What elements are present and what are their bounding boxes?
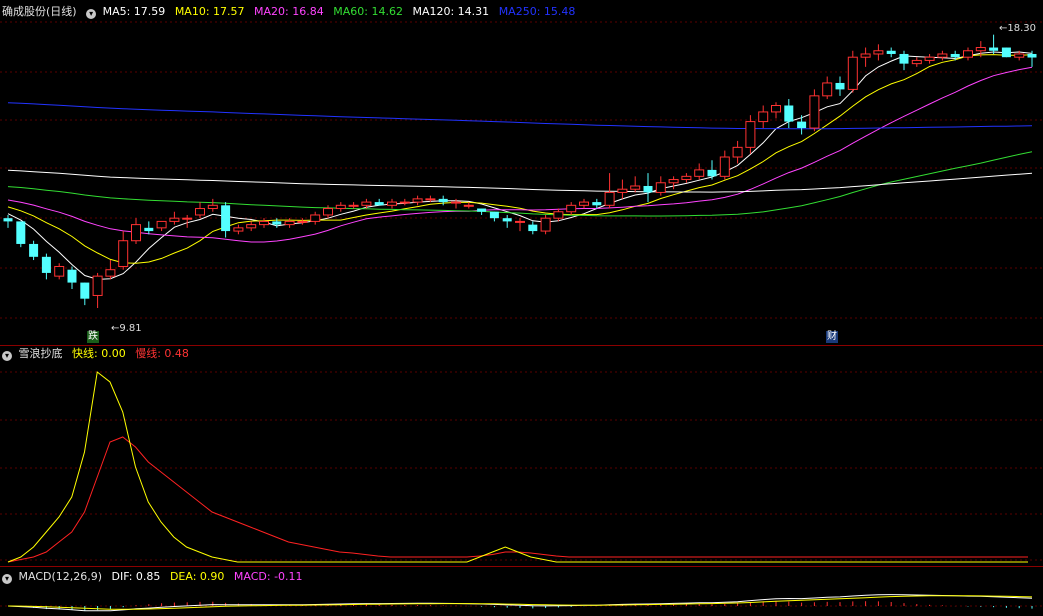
candle-body [592, 202, 602, 206]
candle-body [809, 95, 820, 129]
ma250-line [7, 102, 1033, 130]
candle-body [67, 269, 77, 283]
candle-body [847, 56, 858, 90]
candle-body [425, 198, 436, 201]
candle-body [272, 221, 282, 225]
candle-body [873, 50, 884, 55]
candle-body [719, 156, 730, 177]
low-price-value: 9.81 [119, 323, 142, 334]
candle-body [989, 47, 999, 51]
candle-body [169, 217, 180, 222]
candle-body [950, 53, 960, 58]
ma10-line [7, 54, 1033, 264]
candle-body [784, 105, 794, 122]
candle-body [1014, 53, 1025, 58]
candle-body [528, 224, 538, 232]
candle-body [144, 227, 154, 232]
candle-body [29, 243, 39, 257]
high-price-value: 18.30 [1007, 23, 1037, 34]
candle-body [438, 198, 448, 203]
candle-body [911, 59, 922, 65]
candle-body [92, 275, 103, 296]
candle-body [16, 221, 26, 244]
candle-body [515, 220, 525, 223]
candle-body [899, 53, 909, 64]
candle-body [207, 204, 218, 210]
low-price-label: ←9.81 [111, 323, 142, 334]
candle-body [553, 211, 564, 219]
candle-body [643, 185, 653, 193]
candle-body [937, 53, 948, 58]
candle-body [156, 220, 167, 229]
candle-body [335, 204, 346, 210]
candle-body [195, 208, 205, 216]
candle-body [566, 204, 577, 213]
candle-body [361, 201, 372, 206]
candle-body [54, 265, 65, 277]
candle-body [502, 218, 512, 222]
candle-body [80, 282, 90, 299]
candle-body [732, 146, 743, 158]
candle-body [297, 220, 308, 223]
candle-body [259, 220, 269, 226]
candle-body [477, 208, 487, 212]
candle-body [348, 204, 359, 207]
candle-body [246, 224, 257, 229]
candle-body [284, 220, 295, 226]
candle-body [412, 198, 423, 203]
ma120-line [7, 169, 1033, 193]
candle-body [617, 188, 628, 193]
candle-body [797, 121, 807, 129]
candle-body [681, 175, 692, 181]
ma60-line [7, 151, 1033, 217]
stock-chart-canvas[interactable] [0, 0, 1043, 616]
candle-body [41, 256, 51, 273]
candle-body [221, 205, 231, 232]
candle-body [182, 217, 193, 220]
event-marker-right[interactable]: 财 [826, 331, 838, 343]
candle-body [540, 217, 551, 232]
candle-body [745, 121, 756, 148]
candle-body [579, 201, 589, 206]
candle-body [118, 240, 129, 267]
candle-body [233, 227, 244, 232]
candle-body [630, 185, 641, 190]
candle-body [105, 269, 116, 277]
candle-body [463, 204, 474, 207]
candle-body [835, 82, 845, 90]
candle-body [489, 211, 499, 219]
event-marker-left[interactable]: 跌 [87, 331, 99, 343]
candle-body [963, 50, 973, 58]
candle-body [374, 202, 384, 206]
fast-line [7, 371, 1028, 563]
ma5-line [7, 51, 1033, 280]
candle-body [604, 191, 615, 206]
candle-body [399, 201, 410, 204]
candle-body [924, 56, 935, 61]
candle-body [707, 169, 717, 177]
high-price-label: ←18.30 [999, 23, 1037, 34]
candle-body [131, 224, 141, 242]
candle-body [694, 169, 705, 177]
candle-body [771, 104, 781, 113]
candle-body [655, 182, 666, 193]
candle-body [758, 111, 769, 123]
candle-body [323, 208, 333, 216]
candle-body [310, 214, 321, 222]
candle-body [387, 201, 397, 206]
candle-body [668, 179, 679, 184]
slow-line [7, 436, 1028, 563]
candle-body [451, 201, 461, 204]
candle-body [860, 53, 871, 58]
candle-body [975, 47, 986, 52]
candle-body [3, 218, 13, 222]
candle-body [822, 82, 833, 97]
candle-body [1001, 47, 1011, 58]
candle-body [886, 50, 896, 54]
candle-body [1027, 53, 1037, 58]
